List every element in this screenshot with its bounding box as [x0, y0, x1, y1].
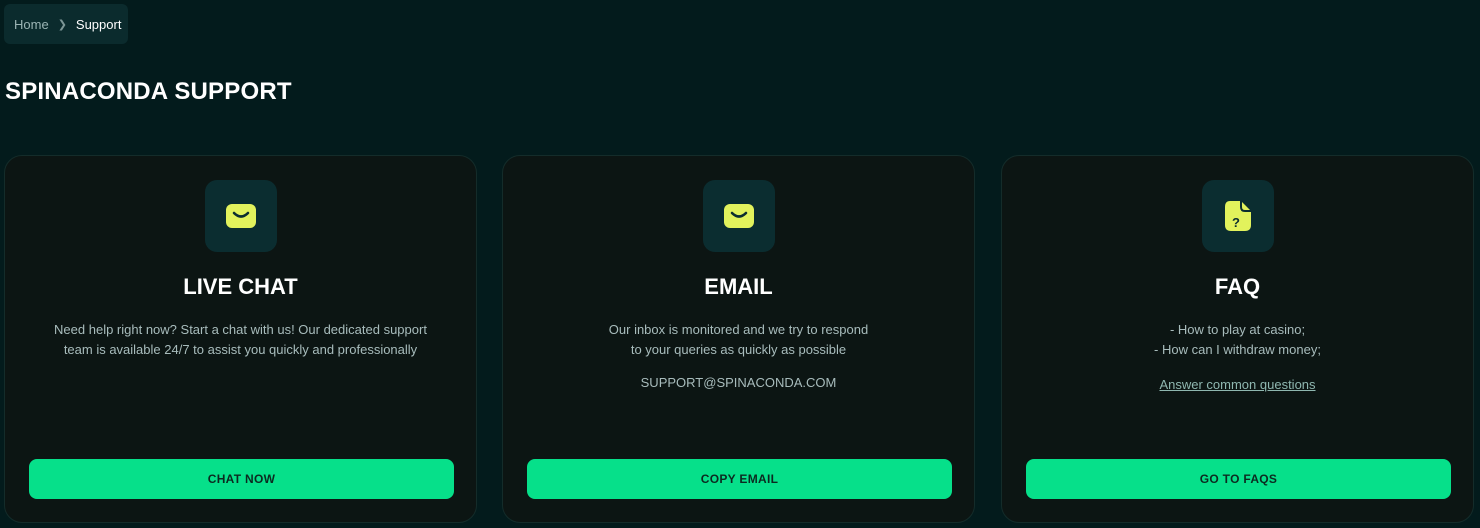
description-line: to your queries as quickly as possible: [630, 342, 847, 357]
card-title: LIVE CHAT: [183, 274, 298, 299]
breadcrumb-current: Support: [75, 16, 122, 32]
svg-text:?: ?: [1232, 215, 1240, 230]
copy-email-button[interactable]: COPY EMAIL: [527, 459, 952, 499]
card-description: Our inbox is monitored and we try to res…: [533, 320, 944, 360]
chat-now-button[interactable]: CHAT NOW: [29, 459, 454, 499]
faq-card: ? FAQ - How to play at casino; - How can…: [1001, 155, 1474, 523]
breadcrumb: Home ❯ Support: [4, 4, 128, 44]
card-description: - How to play at casino; - How can I wit…: [1032, 320, 1443, 360]
card-title: EMAIL: [704, 274, 773, 299]
email-card: EMAIL Our inbox is monitored and we try …: [502, 155, 975, 523]
question-document-icon: ?: [1225, 201, 1251, 231]
live-chat-card: LIVE CHAT Need help right now? Start a c…: [4, 155, 477, 523]
answer-questions-link[interactable]: Answer common questions: [1159, 377, 1315, 392]
support-email-address: SUPPORT@SPINACONDA.COM: [640, 375, 837, 390]
description-line: Our inbox is monitored and we try to res…: [608, 322, 869, 337]
email-icon-box: [703, 180, 775, 252]
chat-icon-box: [205, 180, 277, 252]
description-line: team is available 24/7 to assist you qui…: [63, 342, 418, 357]
description-line: - How can I withdraw money;: [1154, 342, 1321, 357]
description-line: Need help right now? Start a chat with u…: [54, 322, 427, 337]
chat-bubble-icon: [226, 204, 256, 228]
faq-icon-box: ?: [1202, 180, 1274, 252]
go-to-faqs-button[interactable]: GO TO FAQS: [1026, 459, 1451, 499]
breadcrumb-home-link[interactable]: Home: [14, 17, 49, 32]
card-description: Need help right now? Start a chat with u…: [35, 320, 446, 360]
description-line: - How to play at casino;: [1169, 322, 1306, 337]
chevron-right-icon: ❯: [57, 18, 67, 31]
card-title: FAQ: [1214, 274, 1261, 299]
page-title: SPINACONDA SUPPORT: [5, 78, 292, 105]
faq-link-wrap: Answer common questions: [1002, 377, 1473, 392]
envelope-icon: [724, 204, 754, 228]
support-page: Home ❯ Support SPINACONDA SUPPORT LIVE C…: [0, 0, 1480, 528]
